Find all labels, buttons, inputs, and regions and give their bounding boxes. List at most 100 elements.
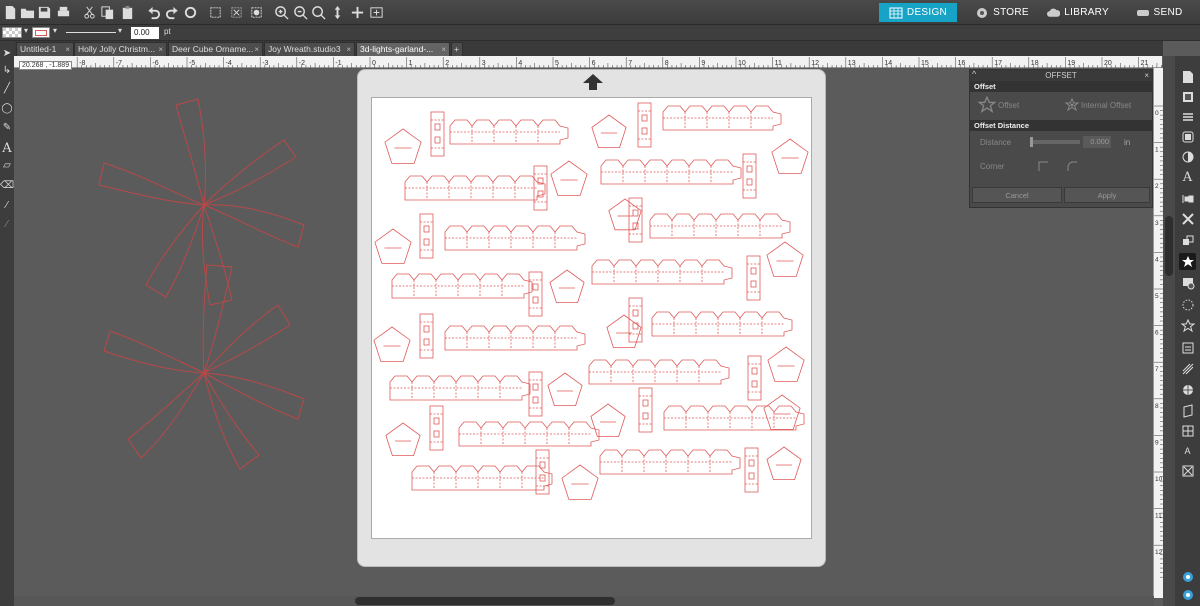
ruler-label: 21 — [1141, 60, 1149, 67]
zoom-out-icon[interactable] — [291, 3, 310, 22]
save-icon[interactable] — [35, 3, 54, 22]
pan-icon[interactable] — [328, 3, 347, 22]
print-icon[interactable] — [54, 3, 73, 22]
print-cut-icon[interactable] — [1179, 339, 1196, 356]
3d-fold-icon[interactable] — [1179, 402, 1196, 419]
corner-round-icon[interactable] — [1065, 159, 1079, 173]
distance-slider[interactable] — [1030, 137, 1080, 147]
ruler-label: -5 — [189, 60, 195, 67]
add-tab-button[interactable]: + — [451, 42, 463, 56]
collapse-icon[interactable]: ^ — [972, 69, 976, 80]
redraw-icon[interactable] — [181, 3, 200, 22]
fill-icon[interactable] — [1179, 128, 1196, 145]
knife-icon[interactable]: ▱ — [1, 158, 13, 172]
workspace-flower-shapes[interactable] — [14, 68, 354, 596]
close-icon[interactable]: × — [346, 43, 351, 56]
transparency-icon[interactable] — [1179, 148, 1196, 165]
undo-icon[interactable] — [144, 3, 163, 22]
settings-gear-icon[interactable] — [1179, 568, 1196, 585]
pentagon-piece — [608, 198, 642, 231]
warp-icon[interactable] — [1179, 422, 1196, 439]
copy-icon[interactable] — [98, 3, 117, 22]
tab-joy-wreath[interactable]: Joy Wreath.studio3 × — [264, 42, 355, 56]
align-icon[interactable] — [1179, 190, 1196, 207]
cut-icon[interactable] — [80, 3, 99, 22]
fit-to-page-icon[interactable] — [367, 3, 386, 22]
close-icon[interactable]: × — [65, 43, 70, 56]
offset-star-icon[interactable] — [1179, 253, 1196, 270]
offset-panel: ^ OFFSET × Offset Offset Internal Offset… — [969, 69, 1153, 208]
help-icon[interactable] — [1179, 586, 1196, 603]
shapes-pattern-icon[interactable] — [1179, 462, 1196, 479]
chevron-down-icon[interactable]: ▾ — [53, 26, 57, 35]
library-globe-icon[interactable] — [1179, 381, 1196, 398]
cap-tab-piece — [419, 213, 434, 259]
select-all-icon[interactable] — [206, 3, 225, 22]
tab-slot — [641, 114, 648, 122]
close-icon[interactable]: × — [441, 43, 446, 56]
nav-send[interactable]: SEND — [1133, 3, 1185, 22]
nav-design[interactable]: DESIGN — [879, 3, 957, 22]
line-style-icon[interactable] — [1179, 108, 1196, 125]
fit-to-window-icon[interactable] — [348, 3, 367, 22]
tab-deer-cube[interactable]: Deer Cube Orname... × — [168, 42, 263, 56]
tab-untitled-1[interactable]: Untitled-1 × — [16, 42, 74, 56]
group-icon[interactable] — [1179, 232, 1196, 249]
deselect-icon[interactable] — [227, 3, 246, 22]
eraser-icon[interactable]: ⌫ — [0, 178, 14, 192]
garland-strip — [404, 175, 546, 201]
close-icon[interactable]: × — [254, 43, 259, 56]
zoom-select-icon[interactable] — [309, 3, 328, 22]
close-icon[interactable]: × — [1144, 70, 1149, 81]
sketch-icon[interactable] — [1179, 296, 1196, 313]
font-library-icon[interactable]: A — [1179, 442, 1196, 459]
corner-sharp-icon[interactable] — [1036, 159, 1050, 173]
redo-icon[interactable] — [163, 3, 182, 22]
tab-label: Holly Jolly Christm... — [78, 44, 155, 54]
distance-input[interactable]: 0.000 — [1083, 136, 1111, 148]
tab-outline — [430, 111, 445, 157]
tab-holly-jolly[interactable]: Holly Jolly Christm... × — [74, 42, 167, 56]
vertical-scroll-thumb[interactable] — [1165, 216, 1173, 276]
tab-3d-lights-garland[interactable]: 3d-lights-garland-... × — [356, 42, 450, 56]
eyedropper-icon[interactable]: ⁄ — [1, 198, 13, 212]
select-by-color-icon[interactable] — [247, 3, 266, 22]
trace-icon[interactable] — [1179, 274, 1196, 291]
offset-button[interactable]: Offset — [978, 96, 1019, 114]
cap-tab-piece — [535, 449, 550, 495]
cloud-icon — [1047, 8, 1061, 17]
line-width-input[interactable]: 0.00 — [131, 27, 159, 39]
horizontal-scroll-thumb[interactable] — [355, 597, 615, 605]
line-tool-icon[interactable]: ╱ — [1, 81, 13, 95]
pointer-icon[interactable]: ➤ — [1, 46, 13, 60]
apply-button[interactable]: Apply — [1064, 187, 1150, 203]
internal-offset-button[interactable]: Internal Offset — [1065, 98, 1131, 112]
brush-icon[interactable]: ⁄ — [1, 217, 13, 231]
silhouette-studio-window: DESIGN STORE LIBRARY SEND ▾ ▾ ▾ 0.00 pt … — [0, 0, 1200, 606]
chevron-down-icon[interactable]: ▾ — [118, 26, 122, 35]
design-page[interactable] — [371, 97, 812, 539]
fill-color-swatch[interactable] — [2, 27, 22, 38]
tab-slot — [532, 296, 539, 304]
pencil-icon[interactable]: ✎ — [1, 120, 13, 134]
text-tool-icon[interactable]: A — [1, 141, 13, 156]
paste-icon[interactable] — [118, 3, 137, 22]
line-style-preview[interactable] — [66, 32, 116, 33]
design-store-icon[interactable] — [1179, 88, 1196, 105]
zoom-in-icon[interactable] — [272, 3, 291, 22]
rhinestone-icon[interactable] — [1179, 317, 1196, 334]
nav-store[interactable]: STORE — [972, 3, 1032, 22]
cancel-button[interactable]: Cancel — [972, 187, 1062, 203]
ellipse-tool-icon[interactable]: ◯ — [1, 101, 13, 115]
text-style-icon[interactable]: A — [1179, 169, 1196, 186]
garland-cut-pieces[interactable] — [372, 98, 813, 540]
line-color-swatch[interactable] — [32, 27, 50, 38]
replicate-icon[interactable] — [1179, 210, 1196, 227]
pattern-fill-icon[interactable] — [1179, 360, 1196, 377]
close-icon[interactable]: × — [158, 43, 163, 56]
page-setup-icon[interactable] — [1179, 68, 1196, 85]
nav-library[interactable]: LIBRARY — [1047, 3, 1109, 22]
edit-points-icon[interactable]: ↳ — [1, 63, 13, 77]
vertical-scrollbar[interactable] — [1163, 56, 1175, 606]
chevron-down-icon[interactable]: ▾ — [24, 26, 28, 35]
